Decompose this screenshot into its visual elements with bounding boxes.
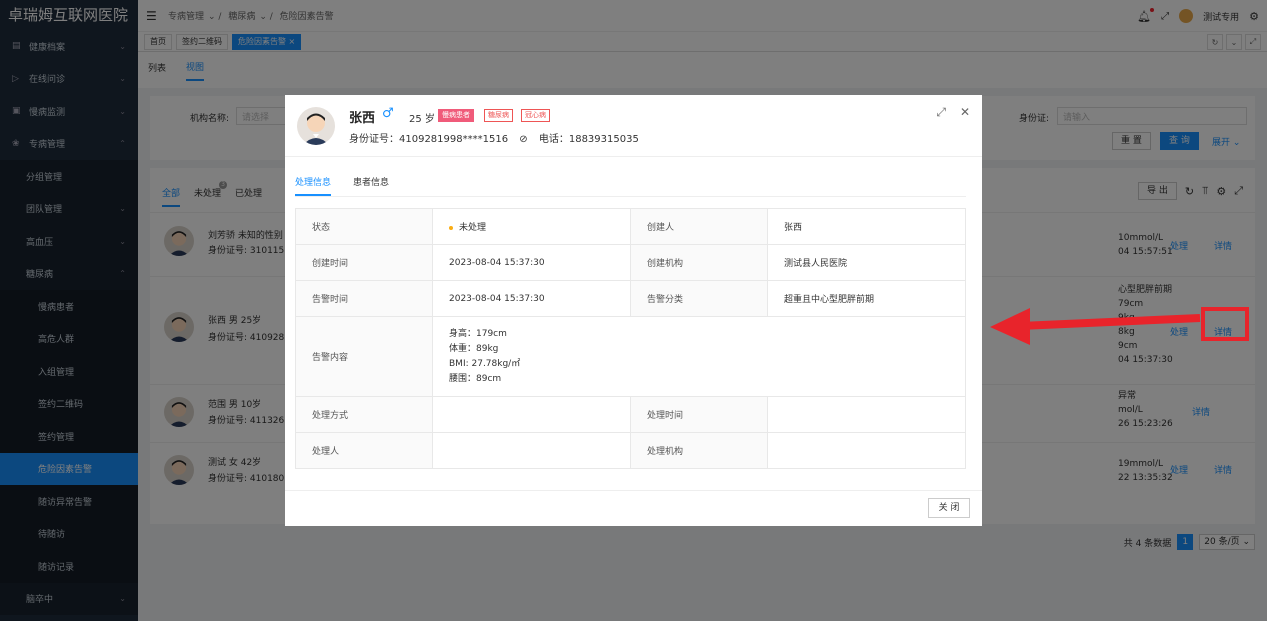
annotation-arrow-icon bbox=[990, 308, 1201, 345]
annotation-highlight-box bbox=[1201, 307, 1249, 341]
